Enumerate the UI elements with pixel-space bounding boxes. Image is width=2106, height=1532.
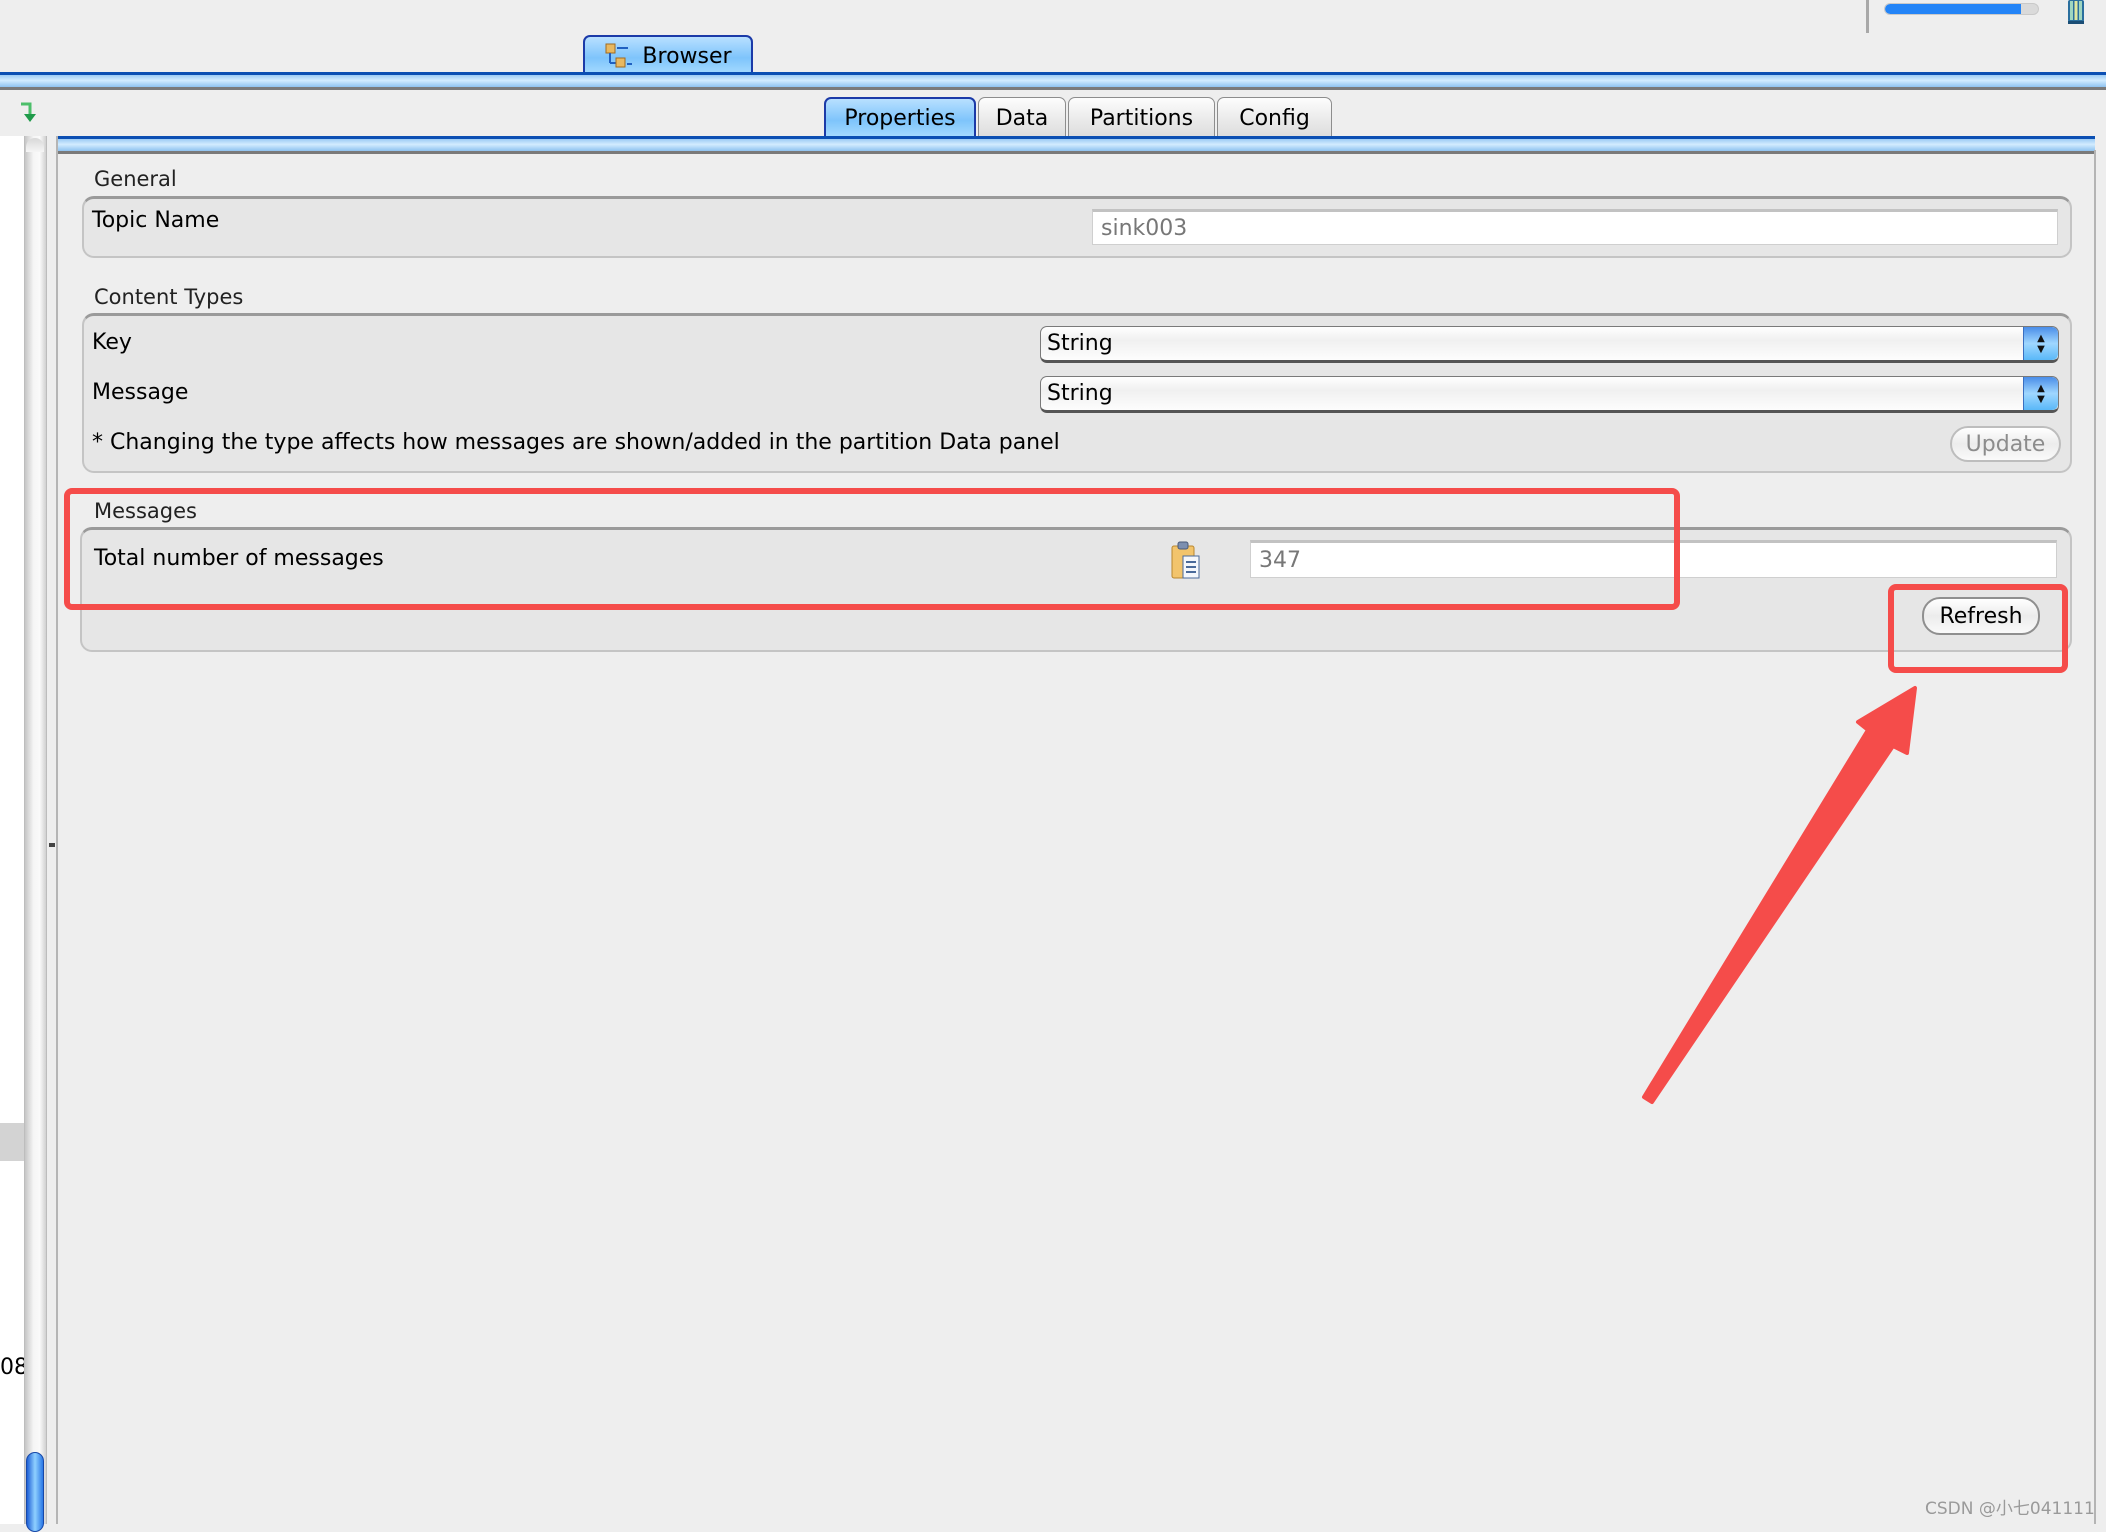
annotation-arrow-icon — [1642, 686, 1917, 1104]
watermark: CSDN @小七041111 — [1925, 1499, 2095, 1519]
annotation-arrow-layer — [1642, 686, 1917, 1104]
